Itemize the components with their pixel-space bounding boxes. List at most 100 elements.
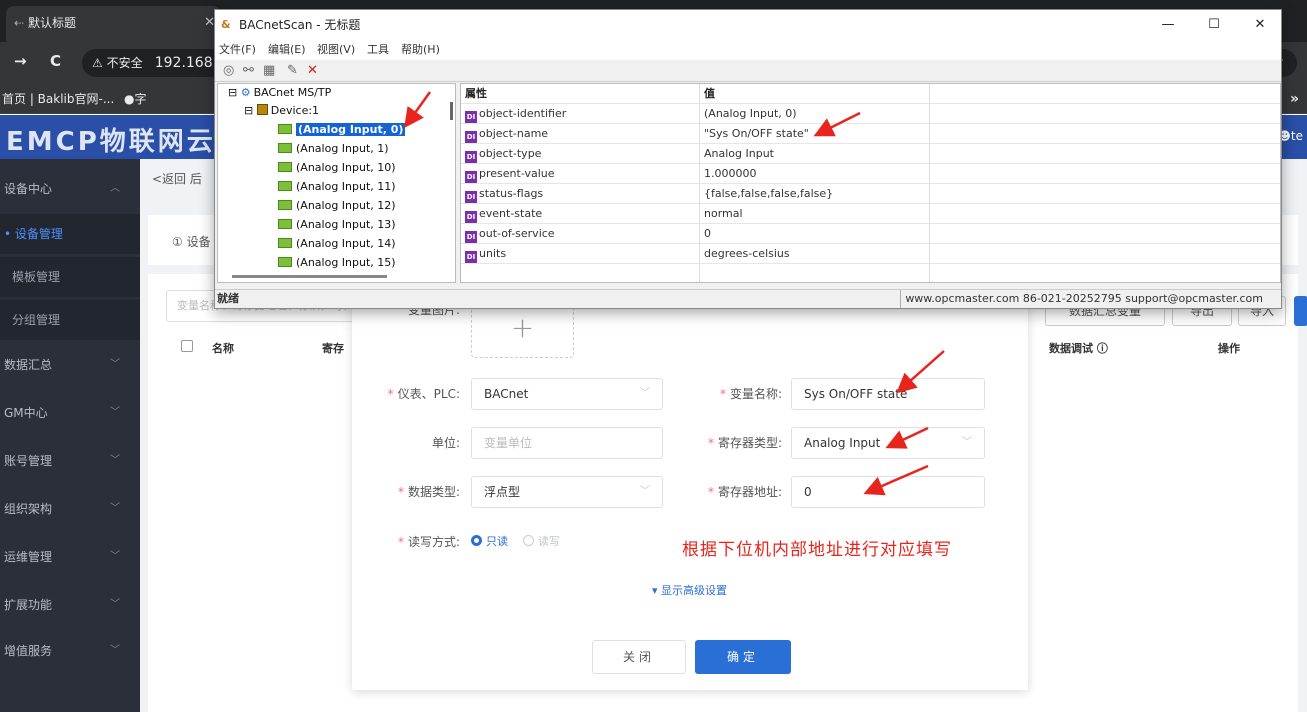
sidebar-item-operations[interactable]: 运维管理 ﹀ <box>0 537 140 577</box>
unit-input[interactable]: 变量单位 <box>471 427 663 459</box>
sidebar-item-device-management[interactable]: • 设备管理 <box>0 214 140 254</box>
window-titlebar[interactable]: & BACnetScan - 无标题 — ☐ ✕ <box>215 10 1281 40</box>
register-type-select[interactable]: Analog Input ﹀ <box>791 427 985 459</box>
var-name-input[interactable]: Sys On/OFF state <box>791 378 985 410</box>
property-icon: DI <box>465 111 477 123</box>
sidebar-item-extensions[interactable]: 扩展功能 ﹀ <box>0 585 140 625</box>
breadcrumb[interactable]: <返回 后 <box>152 159 202 199</box>
sidebar-item-data-summary[interactable]: 数据汇总 ﹀ <box>0 345 140 385</box>
add-variable-button[interactable] <box>1294 296 1307 326</box>
chevron-down-icon: ﹀ <box>110 645 120 656</box>
tree-scrollbar-vertical[interactable] <box>450 102 453 120</box>
app-icon: & <box>221 18 231 31</box>
window-statusbar: 就绪 www.opcmaster.com 86-021-20252795 sup… <box>215 289 1281 308</box>
menu-edit[interactable]: 编辑(E) <box>268 40 306 60</box>
data-type-select[interactable]: 浮点型 ﹀ <box>471 476 663 508</box>
menu-help[interactable]: 帮助(H) <box>401 40 440 60</box>
user-menu[interactable]: ☻te <box>1278 129 1303 143</box>
tree-node-object[interactable]: (Analog Input, 1) <box>278 140 389 158</box>
property-row[interactable]: DI object-name "Sys On/OFF state" <box>461 124 1280 144</box>
delete-icon[interactable]: ✕ <box>307 60 318 82</box>
window-title: BACnetScan - 无标题 <box>239 18 361 32</box>
close-icon[interactable]: ✕ <box>1237 10 1283 40</box>
sidebar-item-group-management[interactable]: 分组管理 <box>0 300 140 340</box>
property-row[interactable]: DI units degrees-celsius <box>461 244 1280 264</box>
bookmark-item[interactable]: 首页 | Baklib官网-... <box>2 84 114 114</box>
register-type-label: * 寄存器类型: <box>707 436 782 450</box>
browser-tab[interactable]: ⇠ 默认标题 ✕ <box>6 6 221 42</box>
device-icon <box>256 104 268 115</box>
analog-input-icon <box>278 238 292 248</box>
bacnetscan-window: & BACnetScan - 无标题 — ☐ ✕ 文件(F) 编辑(E) 视图(… <box>214 9 1282 309</box>
register-address-input[interactable]: 0 <box>791 476 985 508</box>
column-header-register: 寄存 <box>322 342 344 355</box>
sidebar-item-template-management[interactable]: 模板管理 <box>0 257 140 297</box>
object-tree: ⊟ ⚙ BACnet MS/TP ⊟ Device:1 (Analog Input… <box>217 83 456 283</box>
tree-node-device[interactable]: ⊟ Device:1 <box>244 102 319 120</box>
property-icon: DI <box>465 151 477 163</box>
property-grid: 属性 值 DI object-identifier (Analog Input, 0… <box>460 83 1281 283</box>
minimize-icon[interactable]: — <box>1145 10 1191 40</box>
property-row[interactable]: DI present-value 1.000000 <box>461 164 1280 184</box>
reload-icon[interactable]: C <box>50 52 61 70</box>
data-type-label: * 数据类型: <box>397 485 460 499</box>
chevron-down-icon: ﹀ <box>110 551 120 562</box>
tree-node-object[interactable]: (Analog Input, 11) <box>278 178 396 196</box>
chevron-down-icon: ﹀ <box>640 388 650 399</box>
tree-node-object[interactable]: (Analog Input, 10) <box>278 159 396 177</box>
close-button[interactable]: 关闭 <box>592 640 686 674</box>
tree-scrollbar-horizontal[interactable] <box>232 275 387 278</box>
column-header-name: 名称 <box>212 342 234 355</box>
annotation-text: 根据下位机内部地址进行对应填写 <box>682 540 952 560</box>
chevron-down-icon: ﹀ <box>110 359 120 370</box>
chevron-down-icon: ﹀ <box>640 486 650 497</box>
show-advanced-link[interactable]: ▾ 显示高级设置 <box>652 582 727 598</box>
forward-icon[interactable]: → <box>14 52 27 70</box>
analog-input-icon <box>278 200 292 210</box>
menu-file[interactable]: 文件(F) <box>219 40 256 60</box>
tree-node-object[interactable]: (Analog Input, 15) <box>278 254 396 272</box>
bookmark-item[interactable]: ● 字蘑说 <box>124 84 147 166</box>
instrument-select[interactable]: BACnet ﹀ <box>471 378 663 410</box>
sidebar-item-gm-center[interactable]: GM中心 ﹀ <box>0 393 140 433</box>
property-row[interactable]: DI object-identifier (Analog Input, 0) <box>461 104 1280 124</box>
property-icon: DI <box>465 231 477 243</box>
properties-icon[interactable]: ▦ <box>263 60 275 82</box>
rw-mode-label: * 读写方式: <box>397 535 460 549</box>
sidebar-item-device-center[interactable]: 设备中心 ︿ <box>0 169 140 209</box>
sidebar: 设备中心 ︿ • 设备管理 模板管理 分组管理 数据汇总 ﹀ GM中心 ﹀ 账号管理 ﹀… <box>0 159 140 712</box>
status-contact: www.opcmaster.com 86-021-20252795 suppor… <box>900 290 1263 308</box>
tree-node-object[interactable]: (Analog Input, 14) <box>278 235 396 253</box>
binoculars-icon[interactable]: ⚯ <box>243 60 254 82</box>
property-row[interactable]: DI out-of-service 0 <box>461 224 1280 244</box>
select-all-checkbox[interactable] <box>181 340 193 352</box>
sidebar-item-organization[interactable]: 组织架构 ﹀ <box>0 489 140 529</box>
sidebar-item-account-management[interactable]: 账号管理 ﹀ <box>0 441 140 481</box>
more-bookmarks-icon[interactable]: » <box>1290 84 1299 114</box>
chevron-down-icon: ﹀ <box>962 437 972 448</box>
property-row[interactable]: DI status-flags {false,false,false,false} <box>461 184 1280 204</box>
menu-tools[interactable]: 工具 <box>367 40 389 60</box>
menu-view[interactable]: 视图(V) <box>317 40 355 60</box>
maximize-icon[interactable]: ☐ <box>1191 10 1237 40</box>
status-text: 就绪 <box>217 292 239 305</box>
column-header-data-debug: 数据调试 ⓘ <box>1049 342 1108 355</box>
tree-node-object[interactable]: (Analog Input, 13) <box>278 216 396 234</box>
sidebar-item-value-added[interactable]: 增值服务 ﹀ <box>0 631 140 671</box>
tree-node-network[interactable]: ⊟ ⚙ BACnet MS/TP <box>228 84 331 102</box>
property-row[interactable]: DI object-type Analog Input <box>461 144 1280 164</box>
menu-bar: 文件(F) 编辑(E) 视图(V) 工具 帮助(H) <box>215 40 1281 60</box>
property-icon: DI <box>465 251 477 263</box>
write-icon[interactable]: ✎ <box>287 60 298 82</box>
radio-read-write[interactable]: 读写 <box>523 532 560 552</box>
property-row[interactable]: DI event-state normal <box>461 204 1280 224</box>
tree-node-object[interactable]: (Analog Input, 12) <box>278 197 396 215</box>
confirm-button[interactable]: 确定 <box>695 640 791 674</box>
radio-read-only[interactable]: 只读 <box>471 532 508 552</box>
tab-device[interactable]: ① 设备 <box>172 233 211 250</box>
not-secure-badge[interactable]: ⚠ 不安全 <box>92 56 143 70</box>
radio-unchecked-icon <box>523 535 534 546</box>
scan-icon[interactable]: ◎ <box>223 60 234 82</box>
var-name-label: * 变量名称: <box>719 387 782 401</box>
tree-node-object[interactable]: (Analog Input, 0) <box>278 121 406 139</box>
